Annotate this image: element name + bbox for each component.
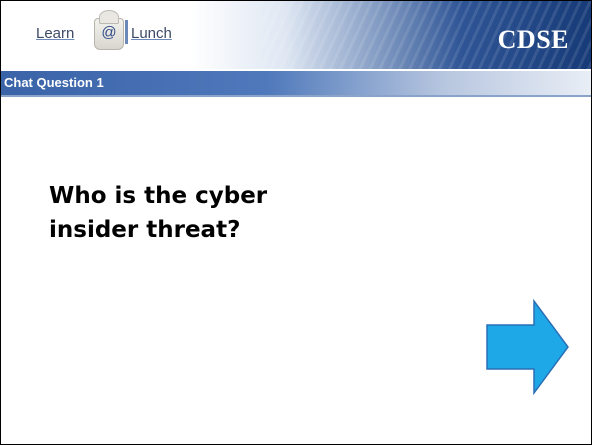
lunch-bag-icon: @ bbox=[94, 10, 124, 50]
question-line-2: insider threat? bbox=[49, 217, 241, 243]
logo-learn-text: Learn bbox=[36, 25, 75, 42]
right-arrow-icon bbox=[486, 298, 569, 396]
logo-at-symbol: @ bbox=[101, 24, 117, 41]
logo-divider bbox=[125, 20, 128, 44]
slide: Learn @ Lunch CDSE Chat Question 1 Who i… bbox=[0, 0, 592, 445]
question-text: Who is the cyber insider threat? bbox=[49, 179, 349, 247]
brand-logo: CDSE bbox=[497, 25, 569, 54]
question-line-1: Who is the cyber bbox=[49, 183, 268, 209]
section-title: Chat Question 1 bbox=[4, 75, 104, 90]
next-slide-button[interactable] bbox=[484, 297, 574, 397]
section-title-bar: Chat Question 1 bbox=[1, 71, 591, 95]
header-banner: Learn @ Lunch CDSE bbox=[1, 1, 591, 69]
logo-lunch-text: Lunch bbox=[131, 25, 172, 42]
title-divider bbox=[1, 95, 591, 97]
